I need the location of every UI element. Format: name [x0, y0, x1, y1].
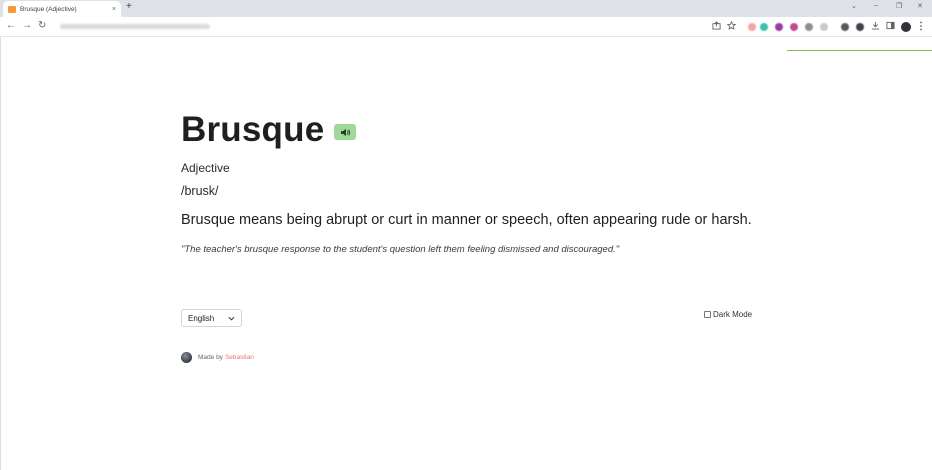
side-panel-icon[interactable] — [886, 21, 895, 30]
extension-icon[interactable] — [820, 23, 828, 31]
page-top-accent-line — [787, 50, 932, 51]
profile-avatar[interactable] — [901, 22, 911, 32]
pronounce-button[interactable] — [334, 124, 357, 140]
example-sentence: "The teacher's brusque response to the s… — [181, 244, 620, 255]
chevron-down-icon — [228, 316, 235, 321]
dark-mode-toggle[interactable]: Dark Mode — [704, 310, 752, 319]
download-icon[interactable] — [871, 21, 880, 30]
bookmark-star-icon[interactable] — [727, 21, 736, 30]
extension-icon[interactable] — [805, 23, 813, 31]
extension-icon[interactable] — [856, 23, 864, 31]
minimize-button[interactable]: – — [874, 2, 878, 9]
language-selected-value: English — [188, 313, 215, 323]
phonetic-transcription: /brusk/ — [181, 184, 219, 198]
tab-search-icon[interactable]: ⌄ — [851, 2, 857, 10]
author-avatar — [181, 352, 192, 363]
definition-text: Brusque means being abrupt or curt in ma… — [181, 212, 752, 228]
extension-icon[interactable] — [790, 23, 798, 31]
new-tab-button[interactable]: + — [126, 1, 132, 12]
back-button[interactable]: ← — [6, 20, 16, 32]
part-of-speech: Adjective — [181, 161, 230, 175]
dark-mode-label: Dark Mode — [713, 310, 753, 319]
window-left-border — [0, 37, 1, 470]
extension-icon[interactable] — [775, 23, 783, 31]
share-icon[interactable] — [712, 21, 721, 30]
blurred-url — [60, 24, 210, 29]
close-window-button[interactable]: ✕ — [917, 2, 923, 10]
browser-toolbar: ← → ↻ — [0, 17, 932, 37]
menu-icon[interactable] — [919, 21, 923, 31]
made-by-text: Made by — [198, 354, 223, 361]
browser-tabbar: Brusque (Adjective) × + ⌄ – ❐ ✕ — [0, 0, 932, 17]
extension-icon[interactable] — [841, 23, 849, 31]
dark-mode-checkbox[interactable] — [704, 311, 711, 318]
tab-title: Brusque (Adjective) — [20, 5, 77, 13]
word-header: Brusque — [181, 110, 357, 150]
credit-footer: Made by Sebastian — [181, 352, 254, 363]
speaker-icon — [340, 128, 350, 136]
language-select[interactable]: English — [181, 309, 242, 327]
author-link[interactable]: Sebastian — [225, 354, 254, 361]
forward-button[interactable]: → — [22, 20, 32, 32]
site-favicon-icon — [8, 5, 16, 13]
tab-close-icon[interactable]: × — [112, 6, 116, 13]
browser-tab[interactable]: Brusque (Adjective) × — [3, 1, 121, 17]
reload-button[interactable]: ↻ — [38, 20, 46, 32]
restore-button[interactable]: ❐ — [896, 2, 902, 10]
extension-icon[interactable] — [748, 23, 756, 31]
word-title: Brusque — [181, 110, 325, 149]
extension-icon[interactable] — [760, 23, 768, 31]
address-bar[interactable] — [54, 20, 704, 34]
